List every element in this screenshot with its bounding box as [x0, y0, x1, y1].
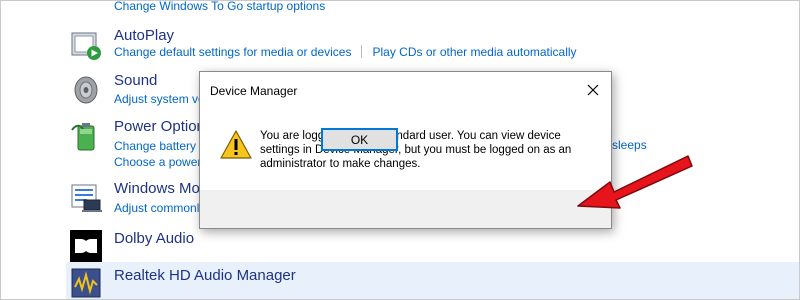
link-separator — [361, 45, 363, 58]
dialog-title: Device Manager — [210, 84, 298, 98]
dialog-message: You are logged on as a standard user. Yo… — [260, 130, 572, 170]
autoplay-title[interactable]: AutoPlay — [114, 27, 174, 44]
close-icon[interactable] — [575, 72, 611, 108]
dolby-audio-title[interactable]: Dolby Audio — [114, 230, 194, 247]
autoplay-link-play-cds[interactable]: Play CDs or other media automatically — [372, 45, 576, 59]
dialog-footer — [200, 190, 611, 228]
autoplay-link-default-settings[interactable]: Change default settings for media or dev… — [114, 45, 351, 59]
sound-title[interactable]: Sound — [114, 72, 157, 89]
mobility-center-icon — [70, 182, 102, 214]
battery-icon — [70, 120, 102, 152]
dolby-icon — [70, 230, 102, 262]
ok-button[interactable]: OK — [321, 128, 398, 151]
autoplay-icon — [70, 29, 102, 61]
windows-to-go-link[interactable]: Change Windows To Go startup options — [114, 0, 325, 13]
warning-icon — [220, 129, 252, 161]
realtek-icon — [70, 267, 102, 299]
device-manager-dialog: Device Manager You are logged on as a st… — [199, 71, 612, 229]
speaker-icon — [70, 74, 102, 106]
red-arrow-icon — [570, 150, 700, 220]
autoplay-links: Change default settings for media or dev… — [114, 45, 577, 59]
power-options-title[interactable]: Power Options — [114, 118, 212, 135]
realtek-title[interactable]: Realtek HD Audio Manager — [114, 267, 296, 284]
